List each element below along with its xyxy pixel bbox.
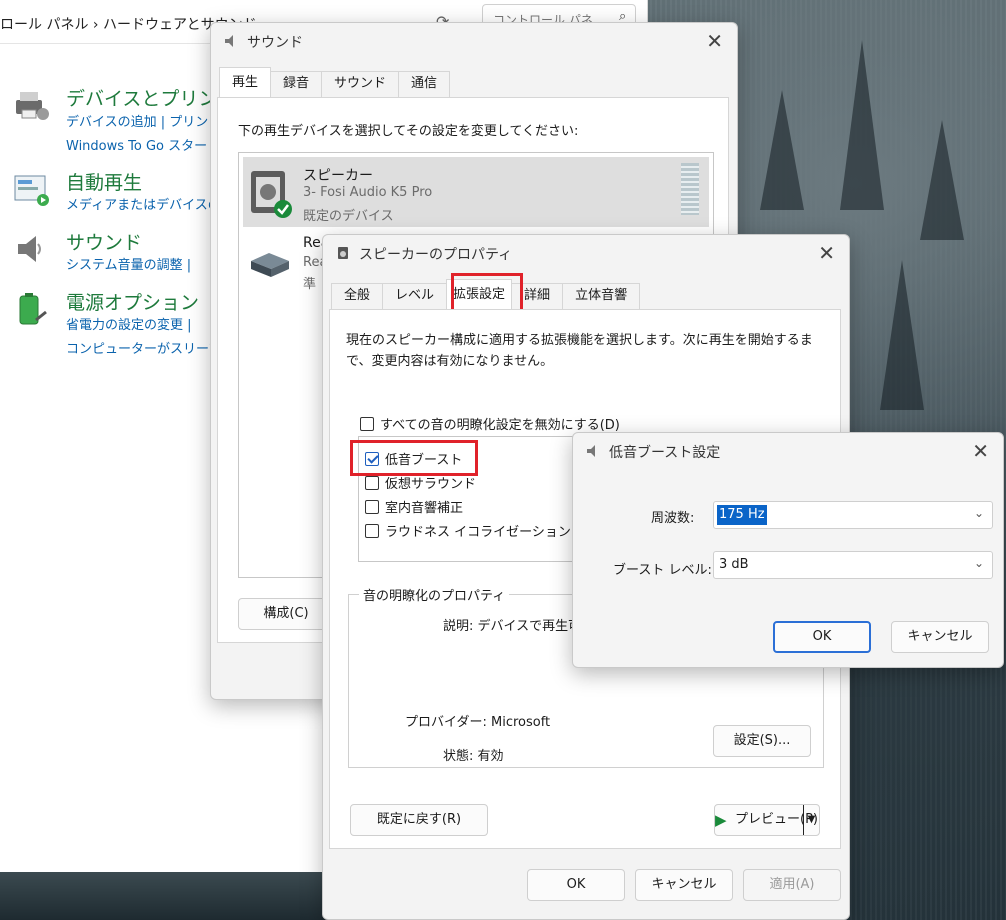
settings-button[interactable]: 設定(S)... xyxy=(713,725,811,757)
tab-sounds[interactable]: サウンド xyxy=(321,71,400,97)
speaker-box-icon xyxy=(251,253,289,277)
properties-titlebar[interactable]: スピーカーのプロパティ ✕ xyxy=(323,235,849,271)
tab-levels[interactable]: レベル xyxy=(382,283,448,309)
restore-defaults-button[interactable]: 既定に戻す(R) xyxy=(350,804,488,836)
state-label: 状態: 有効 xyxy=(443,749,504,764)
device-status: 準 xyxy=(303,277,317,292)
category-link[interactable]: Windows To Go スター xyxy=(66,135,207,154)
apply-button[interactable]: 適用(A) xyxy=(743,869,841,901)
chevron-down-icon[interactable]: ⌄ xyxy=(974,556,984,570)
tab-general[interactable]: 全般 xyxy=(331,283,384,309)
dropdown-arrow-icon[interactable]: ▼ xyxy=(803,805,819,835)
checkbox-label: ラウドネス イコライゼーション xyxy=(385,525,571,540)
sound-titlebar[interactable]: サウンド ✕ xyxy=(211,23,737,59)
dialog-title: スピーカーのプロパティ xyxy=(359,247,513,263)
speaker-icon xyxy=(18,236,41,262)
boost-level-label: ブースト レベル: xyxy=(613,563,712,578)
enhancement-room-correction[interactable]: 室内音響補正 xyxy=(365,497,463,516)
tab-recording[interactable]: 録音 xyxy=(270,71,323,97)
tree-silhouette xyxy=(880,260,924,410)
category-link[interactable]: デバイスの追加 | プリン xyxy=(66,111,208,130)
dialog-title: 低音ブースト設定 xyxy=(609,445,721,461)
enhancement-loudness[interactable]: ラウドネス イコライゼーション xyxy=(365,521,571,540)
group-title: 音の明瞭化のプロパティ xyxy=(359,585,510,604)
sound-tabs: 再生 録音 サウンド 通信 xyxy=(219,67,451,97)
play-icon: ▶ xyxy=(715,811,727,829)
disable-all-checkbox[interactable]: すべての音の明瞭化設定を無効にする(D) xyxy=(360,414,620,433)
speaker-icon xyxy=(587,445,595,457)
desktop-strip xyxy=(0,872,330,920)
frequency-label: 周波数: xyxy=(651,511,695,526)
tree-silhouette xyxy=(760,90,804,210)
category-link[interactable]: メディアまたはデバイスの既 xyxy=(66,194,234,213)
cancel-button[interactable]: キャンセル xyxy=(891,621,989,653)
checkbox-box[interactable] xyxy=(365,475,379,490)
battery-icon xyxy=(19,293,47,325)
close-icon[interactable]: ✕ xyxy=(706,29,723,53)
speaker-icon xyxy=(225,35,233,47)
tab-playback[interactable]: 再生 xyxy=(219,67,272,97)
category-link[interactable]: 省電力の設定の変更 | xyxy=(66,314,192,333)
tree-silhouette xyxy=(840,40,884,210)
checkbox-label: 室内音響補正 xyxy=(385,501,464,516)
volume-meter xyxy=(681,163,699,215)
description-label: 説明: デバイスで再生可 xyxy=(443,619,582,634)
instruction-text: 下の再生デバイスを選択してその設定を変更してください: xyxy=(238,124,579,139)
category-title[interactable]: 電源オプション xyxy=(66,288,199,315)
device-status: 既定のデバイス xyxy=(303,209,394,224)
chevron-down-icon[interactable]: ⌄ xyxy=(974,506,984,520)
speaker-device-icon xyxy=(251,171,292,218)
tree-silhouette xyxy=(920,120,964,240)
speaker-icon xyxy=(338,247,348,259)
provider-label: プロバイダー: Microsoft xyxy=(405,715,551,730)
checkbox-box[interactable] xyxy=(365,523,379,538)
tab-communications[interactable]: 通信 xyxy=(398,71,451,97)
autoplay-icon xyxy=(14,175,49,206)
bass-boost-titlebar[interactable]: 低音ブースト設定 ✕ xyxy=(573,433,1003,469)
category-link[interactable]: コンピューターがスリープ状 xyxy=(66,338,234,357)
frequency-value: 175 Hz xyxy=(717,505,767,525)
tab-spatial[interactable]: 立体音響 xyxy=(562,283,641,309)
device-detail: 3- Fosi Audio K5 Pro xyxy=(303,185,433,200)
checkbox-box[interactable] xyxy=(360,416,374,431)
category-title[interactable]: サウンド xyxy=(66,228,142,255)
close-icon[interactable]: ✕ xyxy=(818,241,835,265)
boost-level-select[interactable]: 3 dB ⌄ xyxy=(713,551,993,579)
dialog-title: サウンド xyxy=(247,35,303,51)
frequency-select[interactable]: 175 Hz ⌄ xyxy=(713,501,993,529)
highlight-box xyxy=(350,440,478,476)
device-item-speaker[interactable]: スピーカー 3- Fosi Audio K5 Pro 既定のデバイス xyxy=(243,157,709,227)
configure-button[interactable]: 構成(C) xyxy=(238,598,334,630)
ok-button[interactable]: OK xyxy=(773,621,871,653)
printer-icon xyxy=(16,92,49,120)
preview-button[interactable]: ▶ プレビュー(P) ▼ xyxy=(714,804,820,836)
category-title[interactable]: 自動再生 xyxy=(66,168,142,195)
bass-boost-dialog: 低音ブースト設定 ✕ 周波数: 175 Hz ⌄ ブースト レベル: 3 dB … xyxy=(572,432,1004,668)
device-name: スピーカー xyxy=(303,168,373,184)
enhancement-description: 現在のスピーカー構成に適用する拡張機能を選択します。次に再生を開始するまで、変更… xyxy=(346,333,813,369)
boost-level-value: 3 dB xyxy=(719,557,749,572)
ok-button[interactable]: OK xyxy=(527,869,625,901)
category-link[interactable]: システム音量の調整 | xyxy=(66,254,191,273)
cancel-button[interactable]: キャンセル xyxy=(635,869,733,901)
checkbox-box[interactable] xyxy=(365,499,379,514)
checkbox-label: すべての音の明瞭化設定を無効にする(D) xyxy=(380,418,620,433)
close-icon[interactable]: ✕ xyxy=(972,439,989,463)
